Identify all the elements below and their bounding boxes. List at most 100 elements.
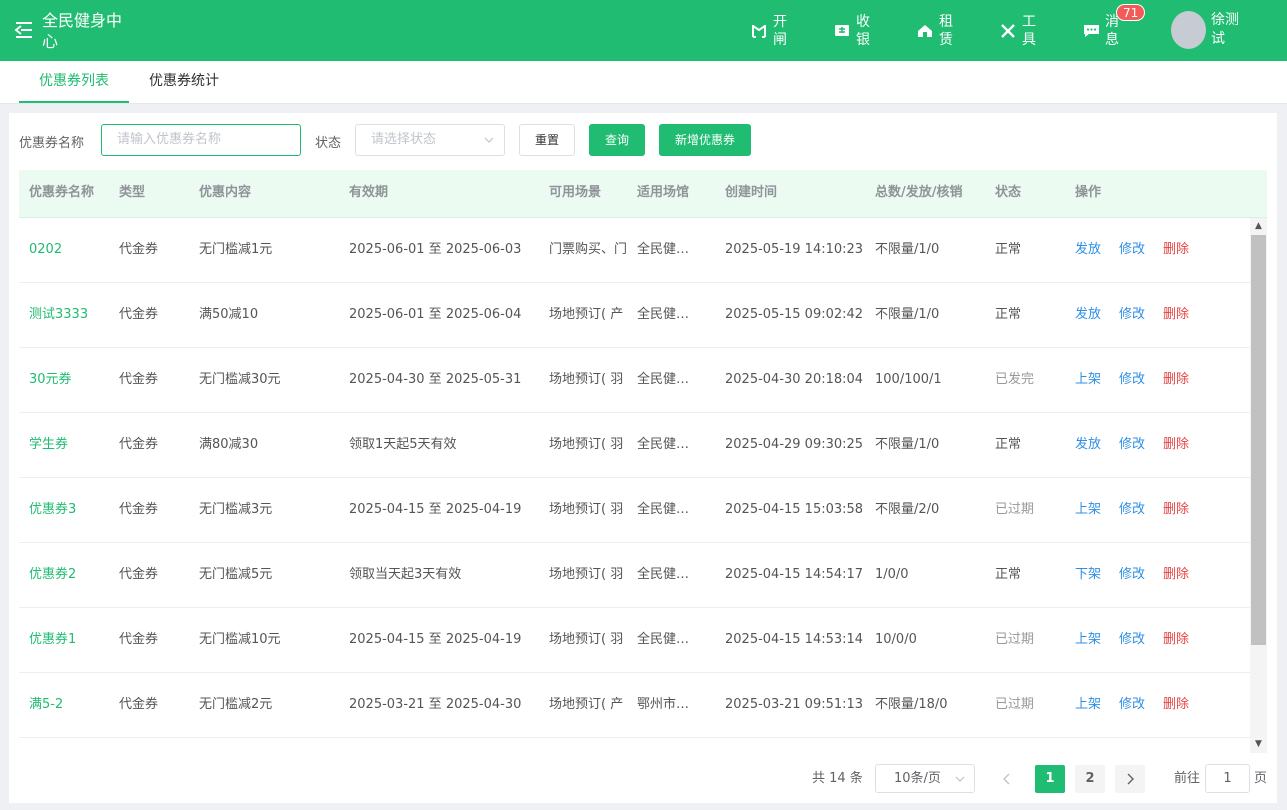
nav-cashier-label: 收银 — [856, 14, 870, 48]
table-row: 学生券 代金券 满80减30 领取1天起5天有效 场地预订( 羽全民健身中心 2025-0… — [19, 413, 1250, 478]
table-row: 0202 代金券 无门槛减1元 2025-06-01 至 2025-06-03 门票购买… — [19, 218, 1250, 283]
coupon-status: 正常 — [995, 437, 1022, 452]
add-coupon-button[interactable]: 新增优惠券 — [659, 124, 751, 156]
coupon-type: 代金券 — [119, 502, 159, 517]
user-avatar[interactable] — [1171, 11, 1206, 49]
delete-button[interactable]: 删除 — [1163, 348, 1189, 412]
delete-button[interactable]: 删除 — [1163, 673, 1189, 737]
coupon-counts: 不限量/2/0 — [875, 502, 940, 517]
coupon-venue: 全民健身中心 — [637, 632, 697, 647]
page-2-button[interactable]: 2 — [1075, 765, 1105, 793]
coupon-created-time: 2025-05-15 09:02:42 — [725, 307, 864, 322]
status-select[interactable]: 请选择状态 — [355, 124, 505, 156]
delete-button[interactable]: 删除 — [1163, 413, 1189, 477]
nav-rent[interactable]: 租赁 — [916, 12, 955, 50]
coupon-name-link[interactable]: 优惠券1 — [29, 608, 76, 672]
coupon-counts: 不限量/1/0 — [875, 307, 940, 322]
reset-button[interactable]: 重置 — [519, 124, 575, 156]
delete-button[interactable]: 删除 — [1163, 543, 1189, 607]
coupon-name-link[interactable]: 30元券 — [29, 348, 72, 412]
tab-coupon-list[interactable]: 优惠券列表 — [19, 61, 129, 103]
edit-button[interactable]: 修改 — [1119, 673, 1145, 737]
table-row: 30元券 代金券 无门槛减30元 2025-04-30 至 2025-05-31 场地预… — [19, 348, 1250, 413]
col-name: 优惠券名称 — [29, 185, 95, 200]
tab-coupon-stats[interactable]: 优惠券统计 — [139, 61, 229, 103]
nav-cashier[interactable]: 收银 — [833, 12, 872, 50]
coupon-name-link[interactable]: 0202 — [29, 218, 62, 282]
coupon-name-link[interactable]: 优惠券3 — [29, 478, 76, 542]
status-label: 状态 — [315, 136, 342, 151]
coupon-venue: 全民健身中心 — [637, 242, 697, 257]
coupon-content: 满80减30 — [199, 437, 259, 452]
goto-page-input[interactable]: 1 — [1205, 764, 1250, 793]
coupon-venue: 鄂州市体育中心 — [637, 697, 697, 712]
scroll-down-icon[interactable]: ▼ — [1253, 739, 1264, 750]
primary-action-button[interactable]: 下架 — [1075, 543, 1101, 607]
edit-button[interactable]: 修改 — [1119, 608, 1145, 672]
delete-button[interactable]: 删除 — [1163, 283, 1189, 347]
coupon-name-link[interactable]: 测试3333 — [29, 283, 88, 347]
primary-action-button[interactable]: 上架 — [1075, 673, 1101, 737]
edit-button[interactable]: 修改 — [1119, 478, 1145, 542]
coupon-name-link[interactable]: 优惠券2 — [29, 543, 76, 607]
coupon-validity: 2025-04-15 至 2025-04-19 — [349, 502, 522, 517]
coupon-name-input[interactable]: 请输入优惠券名称 — [101, 124, 301, 156]
chevron-right-icon — [1127, 773, 1134, 785]
coupon-type: 代金券 — [119, 437, 159, 452]
coupon-name-label: 优惠券名称 — [19, 136, 85, 151]
page-1-button[interactable]: 1 — [1035, 765, 1065, 793]
delete-button[interactable]: 删除 — [1163, 218, 1189, 282]
col-venue: 适用场馆 — [637, 185, 690, 200]
delete-button[interactable]: 删除 — [1163, 608, 1189, 672]
coupon-created-time: 2025-05-19 14:10:23 — [725, 242, 864, 257]
nav-gate[interactable]: 开闸 — [750, 12, 789, 50]
edit-button[interactable]: 修改 — [1119, 543, 1145, 607]
user-name[interactable]: 徐测试 — [1211, 11, 1241, 49]
home-icon — [916, 22, 934, 40]
chevron-down-icon — [955, 776, 965, 782]
page-size-select[interactable]: 10条/页 — [875, 764, 975, 793]
coupon-scene: 场地预订( 产 — [549, 697, 624, 712]
coupon-content: 无门槛减5元 — [199, 567, 273, 582]
primary-action-button[interactable]: 上架 — [1075, 348, 1101, 412]
coupon-created-time: 2025-04-15 14:53:14 — [725, 632, 864, 647]
coupon-name-link[interactable]: 满5-2 — [29, 673, 63, 737]
nav-tools[interactable]: 工具 — [999, 12, 1038, 50]
edit-button[interactable]: 修改 — [1119, 413, 1145, 477]
col-scene: 可用场景 — [549, 185, 602, 200]
nav-messages[interactable]: 消息 — [1082, 12, 1121, 50]
coupon-venue: 全民健身中心 — [637, 502, 697, 517]
primary-action-button[interactable]: 发放 — [1075, 283, 1101, 347]
coupon-venue: 全民健身中心 — [637, 567, 697, 582]
status-select-placeholder: 请选择状态 — [371, 132, 437, 147]
nav-tools-label: 工具 — [1022, 14, 1036, 48]
edit-button[interactable]: 修改 — [1119, 218, 1145, 282]
table-row: 测试3333 代金券 满50减10 2025-06-01 至 2025-06-04 场地… — [19, 283, 1250, 348]
primary-action-button[interactable]: 发放 — [1075, 218, 1101, 282]
scroll-up-icon[interactable]: ▲ — [1253, 221, 1264, 232]
primary-action-button[interactable]: 上架 — [1075, 478, 1101, 542]
primary-action-button[interactable]: 上架 — [1075, 608, 1101, 672]
table-header: 优惠券名称 类型 优惠内容 有效期 可用场景 适用场馆 创建时间 总数/发放/核… — [19, 170, 1267, 218]
table-scrollbar[interactable]: ▲ ▼ — [1250, 218, 1267, 753]
menu-collapse-icon[interactable] — [14, 20, 34, 40]
coupon-counts: 10/0/0 — [875, 632, 917, 647]
coupon-type: 代金券 — [119, 242, 159, 257]
prev-page-button[interactable] — [992, 765, 1022, 793]
edit-button[interactable]: 修改 — [1119, 348, 1145, 412]
top-header: 全民健身中心 开闸 收银 租赁 工具 消息 71 徐测试 — [0, 0, 1287, 61]
coupon-content: 无门槛减10元 — [199, 632, 281, 647]
query-button[interactable]: 查询 — [589, 124, 645, 156]
primary-action-button[interactable]: 发放 — [1075, 413, 1101, 477]
chevron-left-icon — [1003, 773, 1010, 785]
delete-button[interactable]: 删除 — [1163, 478, 1189, 542]
coupon-type: 代金券 — [119, 307, 159, 322]
edit-button[interactable]: 修改 — [1119, 283, 1145, 347]
coupon-created-time: 2025-03-21 09:51:13 — [725, 697, 864, 712]
coupon-validity: 2025-04-15 至 2025-04-19 — [349, 632, 522, 647]
coupon-name-link[interactable]: 学生券 — [29, 413, 68, 477]
scrollbar-thumb[interactable] — [1251, 235, 1266, 645]
next-page-button[interactable] — [1115, 765, 1145, 793]
coupon-content: 无门槛减2元 — [199, 697, 273, 712]
coupon-scene: 场地预订( 羽 — [549, 567, 624, 582]
